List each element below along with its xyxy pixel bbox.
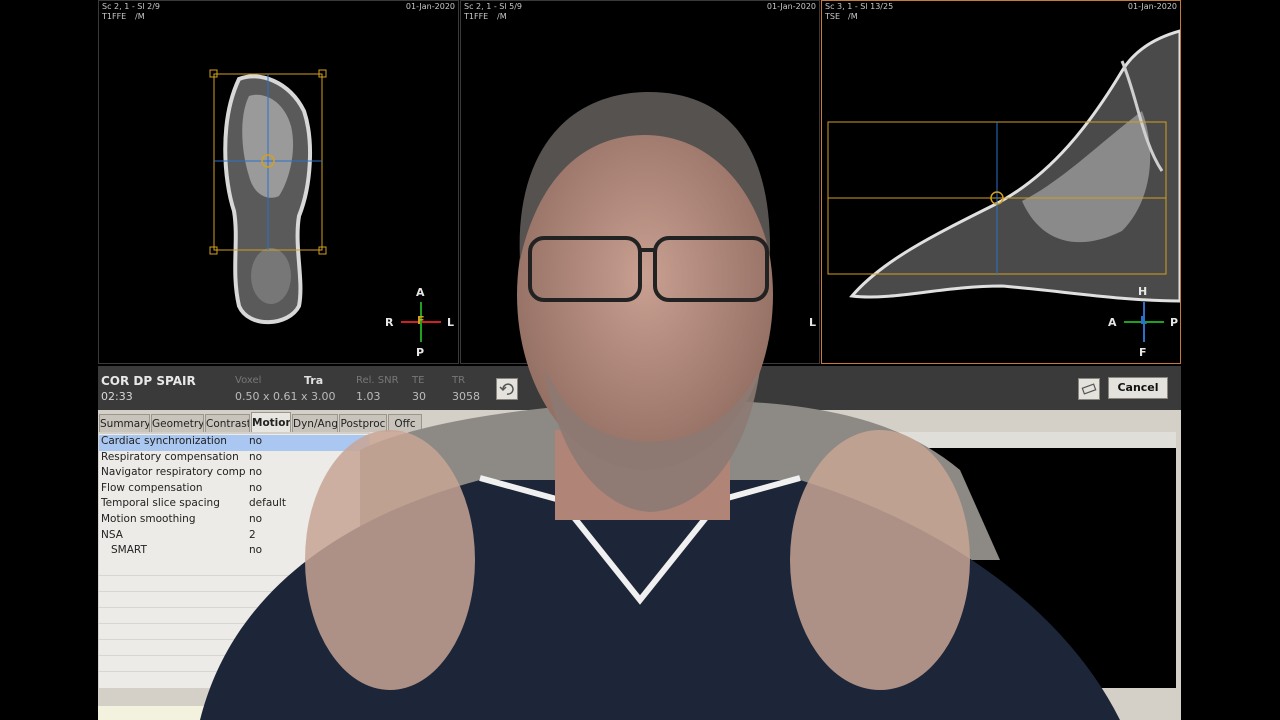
presenter-webcam-overlay bbox=[200, 91, 1120, 720]
